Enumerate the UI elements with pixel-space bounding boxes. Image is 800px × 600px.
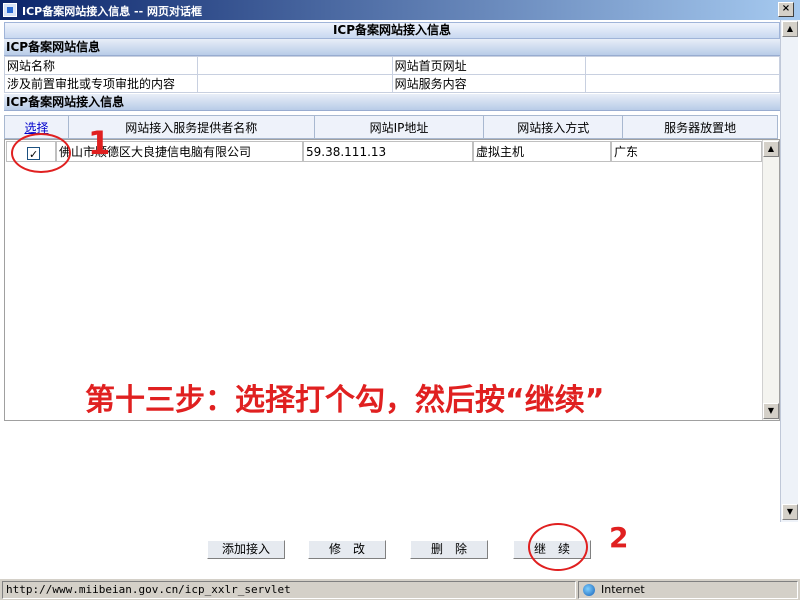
access-table-header: 选择 网站接入服务提供者名称 网站IP地址 网站接入方式 服务器放置地 [4,115,778,139]
scroll-up-icon[interactable]: ▲ [782,21,798,37]
list-scroll-down-icon[interactable]: ▼ [763,403,779,419]
page-scrollbar[interactable]: ▲ ▼ [780,20,798,522]
list-scroll-up-icon[interactable]: ▲ [763,141,779,157]
window-title-bar: ICP备案网站接入信息 -- 网页对话框 × [0,0,800,20]
window-title: ICP备案网站接入信息 -- 网页对话框 [22,5,203,18]
table-row[interactable]: 佛山市顺德区大良捷信电脑有限公司 59.38.111.13 虚拟主机 广东 [5,141,762,162]
list-scrollbar[interactable]: ▲ ▼ [762,140,779,420]
highlight-circle-continue [528,523,588,571]
zone-label: Internet [601,583,645,596]
highlight-circle-checkbox [11,133,71,173]
step-number-1: 1 [88,124,111,162]
instruction-annotation: 第十三步：选择打个勾，然后按“继续” [85,383,605,418]
approval-label: 涉及前置审批或专项审批的内容 [4,74,198,93]
ie-app-icon [3,3,17,17]
service-label: 网站服务内容 [391,74,587,93]
row-method: 虚拟主机 [473,141,611,162]
row-location: 广东 [611,141,762,162]
site-name-value [196,56,393,75]
site-name-label: 网站名称 [4,56,198,75]
modify-button[interactable]: 修 改 [308,540,386,559]
status-url: http://www.miibeian.gov.cn/icp_xxlr_serv… [2,581,576,599]
homepage-label: 网站首页网址 [391,56,587,75]
status-zone: Internet [578,581,798,599]
column-ip: 网站IP地址 [313,115,485,139]
page-title: ICP备案网站接入信息 [4,22,780,39]
access-info-header: ICP备案网站接入信息 [4,94,780,111]
column-location: 服务器放置地 [622,115,778,139]
step-number-2: 2 [609,521,629,554]
approval-value [196,74,393,93]
row-ip: 59.38.111.13 [303,141,473,162]
column-method: 网站接入方式 [483,115,624,139]
homepage-value [585,56,780,75]
site-info-table: 网站名称 网站首页网址 涉及前置审批或专项审批的内容 网站服务内容 [4,56,780,93]
scroll-down-icon[interactable]: ▼ [782,504,798,520]
status-bar: http://www.miibeian.gov.cn/icp_xxlr_serv… [0,578,800,600]
add-access-button[interactable]: 添加接入 [207,540,285,559]
close-button[interactable]: × [778,2,794,17]
site-info-header: ICP备案网站信息 [4,39,780,56]
delete-button[interactable]: 删 除 [410,540,488,559]
globe-icon [583,584,595,596]
service-value [585,74,780,93]
